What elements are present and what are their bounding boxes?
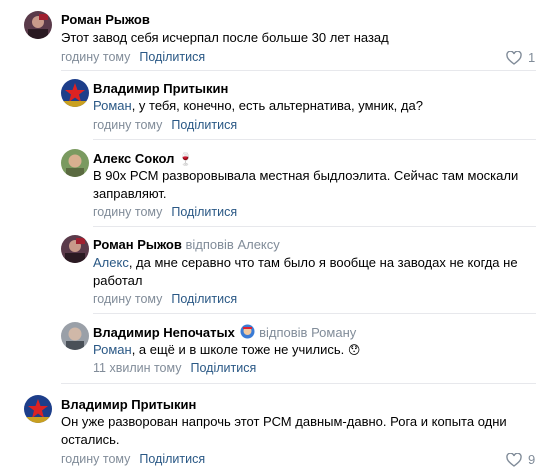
- comment-time[interactable]: годину тому: [93, 292, 162, 306]
- avatar[interactable]: [61, 235, 89, 263]
- comment-author[interactable]: Алекс Сокол 🍷: [93, 151, 193, 166]
- comment-meta: годину тому Поділитися: [61, 50, 205, 64]
- comment-time[interactable]: годину тому: [93, 118, 162, 132]
- divider: [93, 139, 536, 140]
- mention-link[interactable]: Алекс: [93, 255, 129, 270]
- comment-time[interactable]: годину тому: [93, 205, 162, 219]
- share-link[interactable]: Поділитися: [171, 292, 237, 306]
- comment-meta: годину тому Поділитися: [61, 452, 205, 466]
- comment-author[interactable]: Владимир Непочатых відповів Роману: [93, 324, 356, 340]
- mention-link[interactable]: Роман: [93, 98, 132, 113]
- comment-time[interactable]: 11 хвилин тому: [93, 361, 182, 375]
- like-count: 1: [528, 50, 536, 65]
- avatar[interactable]: [61, 149, 89, 177]
- comment-text: Роман, у тебя, конечно, есть альтернатив…: [93, 98, 423, 113]
- comment-text: Роман, а ещё и в школе тоже не учились. …: [93, 342, 361, 357]
- like-button[interactable]: 9: [506, 452, 535, 467]
- comment-meta: годину тому Поділитися: [93, 205, 237, 219]
- comment-meta: годину тому Поділитися: [93, 118, 237, 132]
- mention-link[interactable]: Роман: [93, 342, 132, 357]
- like-count: 9: [528, 452, 536, 467]
- heart-icon: [506, 452, 522, 467]
- comment-meta: годину тому Поділитися: [93, 292, 237, 306]
- wine-glass-icon: 🍷: [178, 152, 193, 166]
- comment-text: Алекс, да мне серавно что там было я воо…: [93, 255, 518, 288]
- divider: [61, 383, 536, 384]
- share-link[interactable]: Поділитися: [139, 452, 205, 466]
- share-link[interactable]: Поділитися: [171, 118, 237, 132]
- avatar[interactable]: [61, 322, 89, 350]
- comment-time[interactable]: годину тому: [61, 50, 130, 64]
- divider: [61, 70, 536, 71]
- comment-text: В 90х РСМ разворовывала местная быдлоэли…: [93, 168, 519, 201]
- like-button[interactable]: 1: [506, 50, 535, 65]
- surprised-face-icon: 😯: [347, 343, 361, 357]
- heart-icon: [506, 50, 522, 65]
- share-link[interactable]: Поділитися: [191, 361, 257, 375]
- sticker-badge-icon: [240, 324, 255, 339]
- divider: [93, 313, 536, 314]
- reply-to-link[interactable]: відповів Роману: [259, 325, 356, 340]
- avatar[interactable]: [24, 11, 52, 39]
- comment-meta: 11 хвилин тому Поділитися: [93, 361, 256, 375]
- comment-author[interactable]: Роман Рыжов відповів Алексу: [93, 237, 280, 252]
- share-link[interactable]: Поділитися: [171, 205, 237, 219]
- avatar[interactable]: [61, 79, 89, 107]
- comment-text: Он уже разворован напрочь этот РСМ давны…: [61, 414, 507, 447]
- share-link[interactable]: Поділитися: [139, 50, 205, 64]
- comment-author[interactable]: Роман Рыжов: [61, 12, 150, 27]
- reply-to-link[interactable]: відповів Алексу: [185, 237, 279, 252]
- comment-author[interactable]: Владимир Притыкин: [61, 397, 196, 412]
- comment-time[interactable]: годину тому: [61, 452, 130, 466]
- divider: [93, 226, 536, 227]
- comment-author[interactable]: Владимир Притыкин: [93, 81, 228, 96]
- avatar[interactable]: [24, 395, 52, 423]
- comment-text: Этот завод себя исчерпал после больше 30…: [61, 30, 389, 45]
